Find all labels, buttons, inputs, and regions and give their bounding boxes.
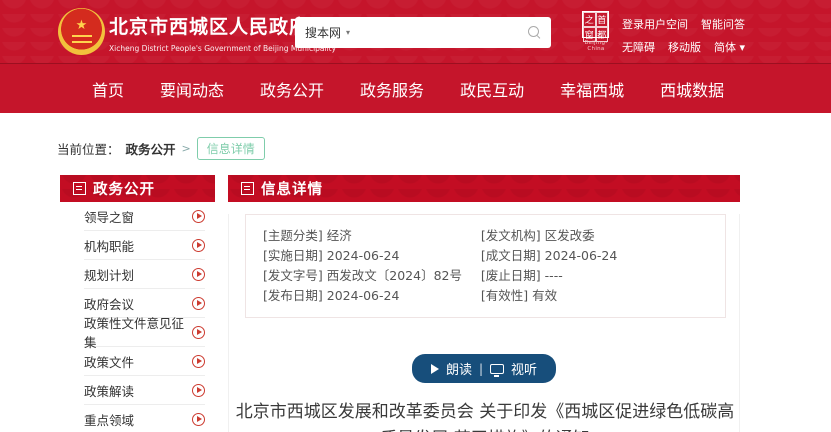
emblem-star-icon: ★ [76, 19, 88, 32]
meta-publish-date: [发布日期]2024-06-24 [263, 286, 481, 306]
sidebar-item-functions[interactable]: 机构职能 [84, 231, 205, 260]
sidebar-item-key-areas[interactable]: 重点领域 [84, 405, 205, 432]
sidebar-item-label: 政策性文件意见征集 [84, 313, 192, 351]
mobile-version-link[interactable]: 移动版 [668, 39, 701, 55]
circle-arrow-icon [192, 268, 205, 281]
info-detail-panel: 信息详情 [主题分类]经济 [实施日期]2024-06-24 [发文字号]西发改… [228, 175, 740, 432]
seal-caption: Beijing-China [578, 40, 614, 52]
sidebar-item-plans[interactable]: 规划计划 [84, 260, 205, 289]
circle-arrow-icon [192, 413, 205, 426]
nav-item-xicheng-data[interactable]: 西城数据 [660, 77, 724, 101]
sidebar-item-label: 重点领域 [84, 410, 134, 429]
meta-validity: [有效性]有效 [481, 286, 717, 306]
breadcrumb-prefix: 当前位置： [57, 139, 120, 158]
language-simplified-link[interactable]: 简体 ▾ [714, 39, 745, 55]
breadcrumb-section-link[interactable]: 政务公开 [126, 139, 176, 158]
chevron-down-icon: ▾ [346, 28, 350, 37]
media-button-wrap: 朗读 | 视听 [229, 354, 739, 383]
sidebar-item-label: 规划计划 [84, 265, 134, 284]
sidebar-item-label: 领导之窗 [84, 207, 134, 226]
content-container: 政务公开 领导之窗 机构职能 规划计划 政府会议 政策性文件意见征集 政策文件 … [60, 175, 740, 432]
panel-body: [主题分类]经济 [实施日期]2024-06-24 [发文字号]西发改文〔202… [228, 214, 740, 432]
breadcrumb-separator: > [182, 142, 191, 155]
monitor-icon [490, 364, 504, 374]
national-emblem-logo[interactable]: ★ [58, 8, 105, 55]
nav-item-news[interactable]: 要闻动态 [160, 77, 224, 101]
meta-written-date: [成文日期]2024-06-24 [481, 246, 717, 266]
document-icon [73, 182, 86, 195]
search-box[interactable]: 搜本网 ▾ [295, 17, 551, 48]
accessibility-link[interactable]: 无障碍 [622, 39, 655, 55]
meta-implementation-date: [实施日期]2024-06-24 [263, 246, 481, 266]
smart-qa-link[interactable]: 智能问答 [701, 16, 745, 32]
circle-arrow-icon [192, 239, 205, 252]
seal-char: 之 [583, 12, 596, 27]
sidebar-item-label: 机构职能 [84, 236, 134, 255]
circle-arrow-icon [192, 384, 205, 397]
play-icon [431, 364, 439, 374]
metadata-left-column: [主题分类]经济 [实施日期]2024-06-24 [发文字号]西发改文〔202… [263, 226, 481, 306]
search-input[interactable] [358, 23, 520, 43]
search-scope-dropdown[interactable]: 搜本网 ▾ [305, 24, 350, 41]
meta-document-number: [发文字号]西发改文〔2024〕82号 [263, 266, 481, 286]
circle-arrow-icon [192, 326, 205, 339]
capital-window-seal-logo[interactable]: 之 首 窗 都 [582, 11, 609, 38]
sidebar-item-leaders[interactable]: 领导之窗 [84, 202, 205, 231]
circle-arrow-icon [192, 355, 205, 368]
meta-issuing-agency: [发文机构]区发改委 [481, 226, 717, 246]
header-links: 登录用户空间 智能问答 无障碍 移动版 简体 ▾ [622, 16, 745, 62]
meta-topic-category: [主题分类]经济 [263, 226, 481, 246]
login-user-space-link[interactable]: 登录用户空间 [622, 16, 688, 32]
read-aloud-视听-button[interactable]: 朗读 | 视听 [412, 354, 556, 383]
main-navigation: 首页 要闻动态 政务公开 政务服务 政民互动 幸福西城 西城数据 [0, 63, 831, 113]
seal-char: 首 [596, 12, 609, 27]
sidebar-item-label: 政策解读 [84, 381, 134, 400]
search-scope-label: 搜本网 [305, 24, 341, 41]
nav-item-home[interactable]: 首页 [92, 77, 124, 101]
audio-visual-label: 视听 [511, 359, 537, 378]
panel-header: 信息详情 [228, 175, 740, 202]
nav-item-interaction[interactable]: 政民互动 [460, 77, 524, 101]
read-aloud-label: 朗读 [446, 359, 472, 378]
document-icon [241, 182, 254, 195]
nav-item-gov-disclosure[interactable]: 政务公开 [260, 77, 324, 101]
site-header: ★ 北京市西城区人民政府 Xicheng District People's G… [0, 0, 831, 63]
panel-title: 信息详情 [261, 178, 323, 199]
article-title: 北京市西城区发展和改革委员会 关于印发《西城区促进绿色低碳高质量发展 若干措施》… [229, 399, 741, 432]
sidebar-title: 政务公开 [93, 178, 155, 199]
breadcrumb: 当前位置： 政务公开 > 信息详情 [57, 137, 831, 160]
meta-repeal-date: [废止日期]---- [481, 266, 717, 286]
document-metadata: [主题分类]经济 [实施日期]2024-06-24 [发文字号]西发改文〔202… [245, 214, 726, 318]
sidebar-header: 政务公开 [60, 175, 215, 202]
circle-arrow-icon [192, 297, 205, 310]
sidebar-item-label: 政府会议 [84, 294, 134, 313]
sidebar-item-policy-docs[interactable]: 政策文件 [84, 347, 205, 376]
sidebar-gov-disclosure: 政务公开 领导之窗 机构职能 规划计划 政府会议 政策性文件意见征集 政策文件 … [60, 175, 215, 432]
nav-item-happy-xicheng[interactable]: 幸福西城 [560, 77, 624, 101]
sidebar-item-policy-interpretation[interactable]: 政策解读 [84, 376, 205, 405]
breadcrumb-current-tag: 信息详情 [197, 137, 265, 160]
nav-item-gov-services[interactable]: 政务服务 [360, 77, 424, 101]
emblem-gate-icon [72, 35, 92, 43]
button-divider: | [479, 362, 483, 376]
sidebar-item-policy-comments[interactable]: 政策性文件意见征集 [84, 318, 205, 347]
metadata-right-column: [发文机构]区发改委 [成文日期]2024-06-24 [废止日期]---- [… [481, 226, 717, 306]
sidebar-item-label: 政策文件 [84, 352, 134, 371]
circle-arrow-icon [192, 210, 205, 223]
search-icon[interactable] [528, 26, 541, 39]
